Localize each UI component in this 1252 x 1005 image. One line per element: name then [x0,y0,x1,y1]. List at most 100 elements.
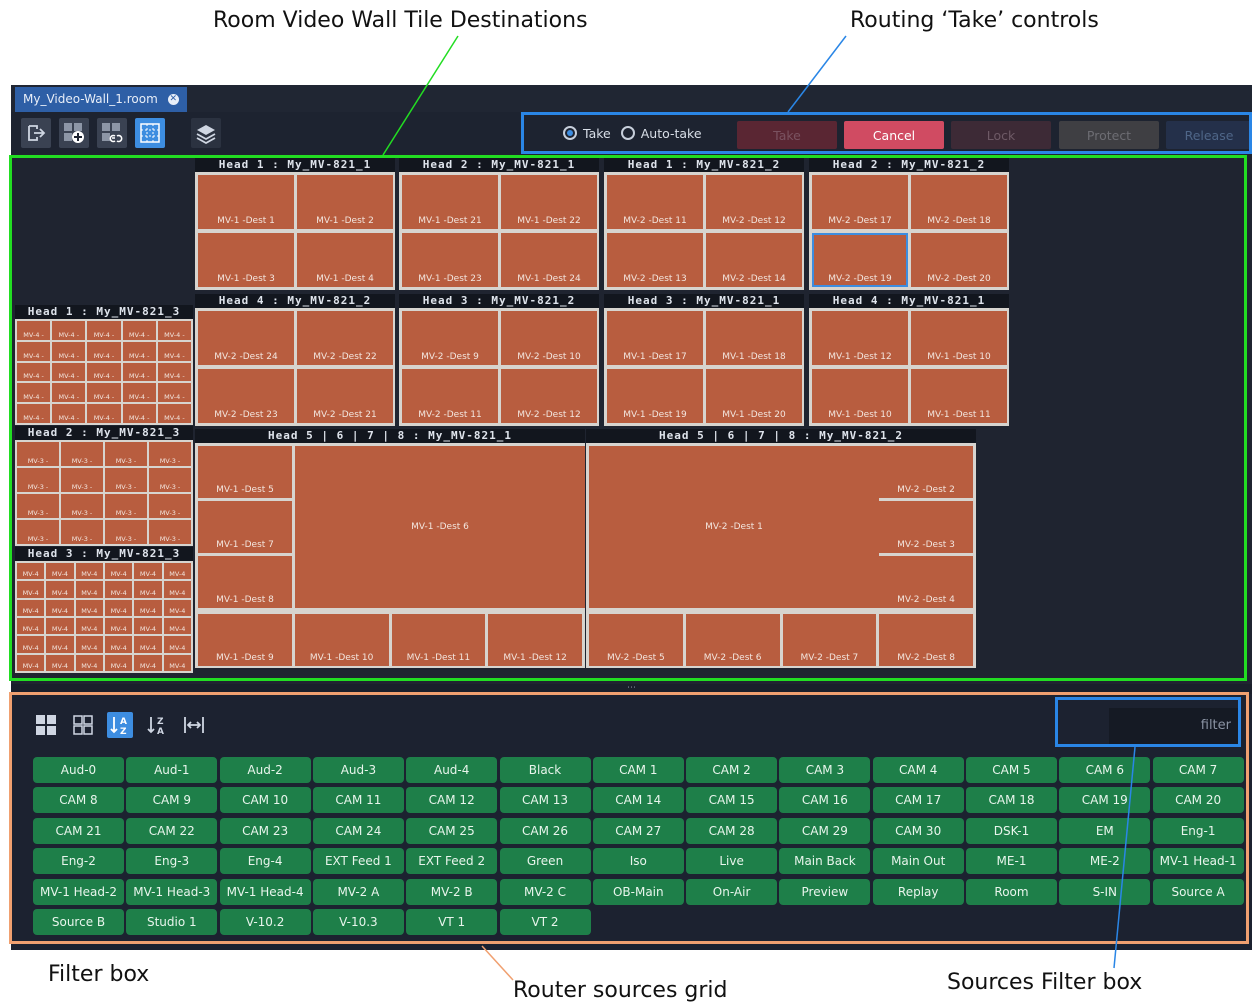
wall-tile[interactable]: MV-4 - [87,383,121,403]
wall-tile[interactable]: MV-1 -Dest 5 [198,446,292,498]
wall-tile[interactable]: MV-1 -Dest 17 [607,311,703,365]
wall-tile[interactable]: MV-2 -Dest 8 [879,614,973,666]
source-button[interactable]: Studio 1 [126,909,218,935]
wall-tile[interactable]: MV-3 - [149,442,191,466]
wall-tile[interactable]: MV-4 [75,599,103,616]
add-tile-icon[interactable] [59,118,89,148]
source-button[interactable]: V-10.2 [219,909,311,935]
sort-z-a-icon[interactable]: ZA [144,712,170,738]
wall-tile[interactable]: MV-1 -Dest 6 [295,446,585,608]
wall-tile[interactable]: MV-1 -Dest 12 [488,614,582,666]
wall-tile[interactable]: MV-4 - [122,362,156,382]
wall-tile[interactable]: MV-4 [17,636,45,653]
wall-tile[interactable]: MV-4 [105,563,133,580]
wall-tile[interactable]: MV-4 [163,654,191,671]
panel-splitter[interactable]: ⋯ [11,684,1252,694]
source-button[interactable]: CAM 2 [686,757,778,783]
source-button[interactable]: Main Out [872,848,964,875]
protect-button[interactable]: Protect [1059,121,1159,149]
wall-tile[interactable]: MV-4 [17,563,45,580]
wall-tile[interactable]: MV-4 [105,599,133,616]
wall-tile[interactable]: MV-2 -Dest 5 [589,614,683,666]
wall-tile[interactable]: MV-4 - [87,362,121,382]
wall-tile[interactable]: MV-1 -Dest 1 [198,175,294,229]
source-button[interactable]: V-10.3 [312,909,404,935]
wall-tile[interactable]: MV-2 -Dest 17 [812,175,908,229]
source-button[interactable]: CAM 14 [592,787,684,814]
wall-tile[interactable]: MV-4 - [122,321,156,340]
wall-tile[interactable]: MV-4 [75,636,103,653]
source-button[interactable]: Aud-1 [126,757,218,783]
wall-tile[interactable]: MV-4 [134,618,162,635]
wall-tile[interactable]: MV-4 - [17,383,51,403]
wall-tile[interactable]: MV-2 -Dest 6 [685,614,780,666]
wall-tile[interactable]: MV-3 - [105,520,147,544]
wall-tile[interactable]: MV-4 - [157,383,191,403]
wall-tile[interactable]: MV-3 - [17,520,59,544]
wall-tile[interactable]: MV-2 -Dest 18 [911,175,1007,229]
wall-tile[interactable]: MV-2 -Dest 22 [297,311,393,365]
source-button[interactable]: MV-2 A [312,878,404,905]
wall-tile[interactable]: MV-4 - [52,383,86,403]
wall-tile[interactable]: MV-4 [105,618,133,635]
wall-tile[interactable]: MV-2 -Dest 9 [402,311,498,365]
wall-tile[interactable]: MV-1 -Dest 20 [706,369,802,423]
wall-tile[interactable]: MV-1 -Dest 12 [812,311,908,365]
wall-tile[interactable]: MV-4 [75,654,103,671]
source-button[interactable]: CAM 27 [592,817,684,844]
wall-tile[interactable]: MV-4 [17,599,45,616]
wall-tile[interactable]: MV-4 [134,636,162,653]
wall-tile[interactable]: MV-3 - [105,494,147,518]
wall-tile[interactable]: MV-4 [46,599,74,616]
small-grid-icon[interactable] [70,712,96,738]
wall-tile[interactable]: MV-4 [75,581,103,598]
wall-tile[interactable]: MV-4 [46,563,74,580]
source-button[interactable]: CAM 23 [219,817,311,844]
wall-tile[interactable]: MV-2 -Dest 14 [706,233,802,287]
source-button[interactable]: OB-Main [592,878,684,905]
wall-tile[interactable]: MV-2 -Dest 3 [879,501,973,553]
wall-tile[interactable]: MV-1 -Dest 7 [198,501,292,553]
autotake-radio[interactable] [620,126,635,140]
wall-tile[interactable]: MV-4 [46,654,74,671]
wall-tile[interactable]: MV-4 [75,618,103,635]
wall-tile[interactable]: MV-3 - [105,468,147,492]
wall-tile[interactable]: MV-1 -Dest 23 [402,233,498,287]
wall-tile[interactable]: MV-2 -Dest 4 [879,556,973,608]
take-radio[interactable] [563,126,577,140]
wall-tile[interactable]: MV-4 [163,636,191,653]
source-button[interactable]: CAM 8 [33,787,124,814]
wall-tile[interactable]: MV-4 - [17,362,51,382]
wall-tile[interactable]: MV-4 - [17,341,51,361]
source-button[interactable]: CAM 17 [872,787,964,814]
tab-room[interactable]: My_Video-Wall_1.room ✕ [15,87,187,112]
exit-icon[interactable] [21,118,51,148]
source-button[interactable]: Replay [872,878,964,905]
wall-tile[interactable]: MV-1 -Dest 2 [297,175,393,229]
source-button[interactable]: VT 2 [499,909,591,935]
source-button[interactable]: CAM 10 [219,787,311,814]
source-button[interactable]: MV-1 Head-3 [126,878,218,905]
link-icon[interactable] [97,118,127,148]
source-button[interactable]: Iso [592,848,684,875]
source-button[interactable]: Black [499,757,591,783]
source-button[interactable]: CAM 12 [406,787,498,814]
source-button[interactable]: CAM 24 [312,817,404,844]
source-button[interactable]: Aud-0 [33,757,124,783]
source-button[interactable]: CAM 22 [126,817,218,844]
source-button[interactable]: Room [966,878,1057,905]
wall-tile[interactable]: MV-4 [46,636,74,653]
source-button[interactable]: CAM 7 [1152,757,1244,783]
source-button[interactable]: Source A [1152,878,1244,905]
wall-tile[interactable]: MV-3 - [105,442,147,466]
source-button[interactable]: CAM 11 [312,787,404,814]
take-button[interactable]: Take [737,121,837,149]
source-button[interactable]: VT 1 [406,909,498,935]
source-button[interactable]: CAM 3 [779,757,871,783]
source-button[interactable]: CAM 25 [406,817,498,844]
close-icon[interactable]: ✕ [167,94,179,105]
wall-tile[interactable]: MV-3 - [61,468,103,492]
wall-tile[interactable]: MV-4 - [157,341,191,361]
wall-tile[interactable]: MV-1 -Dest 10 [812,369,908,423]
wall-tile[interactable]: MV-4 [17,654,45,671]
